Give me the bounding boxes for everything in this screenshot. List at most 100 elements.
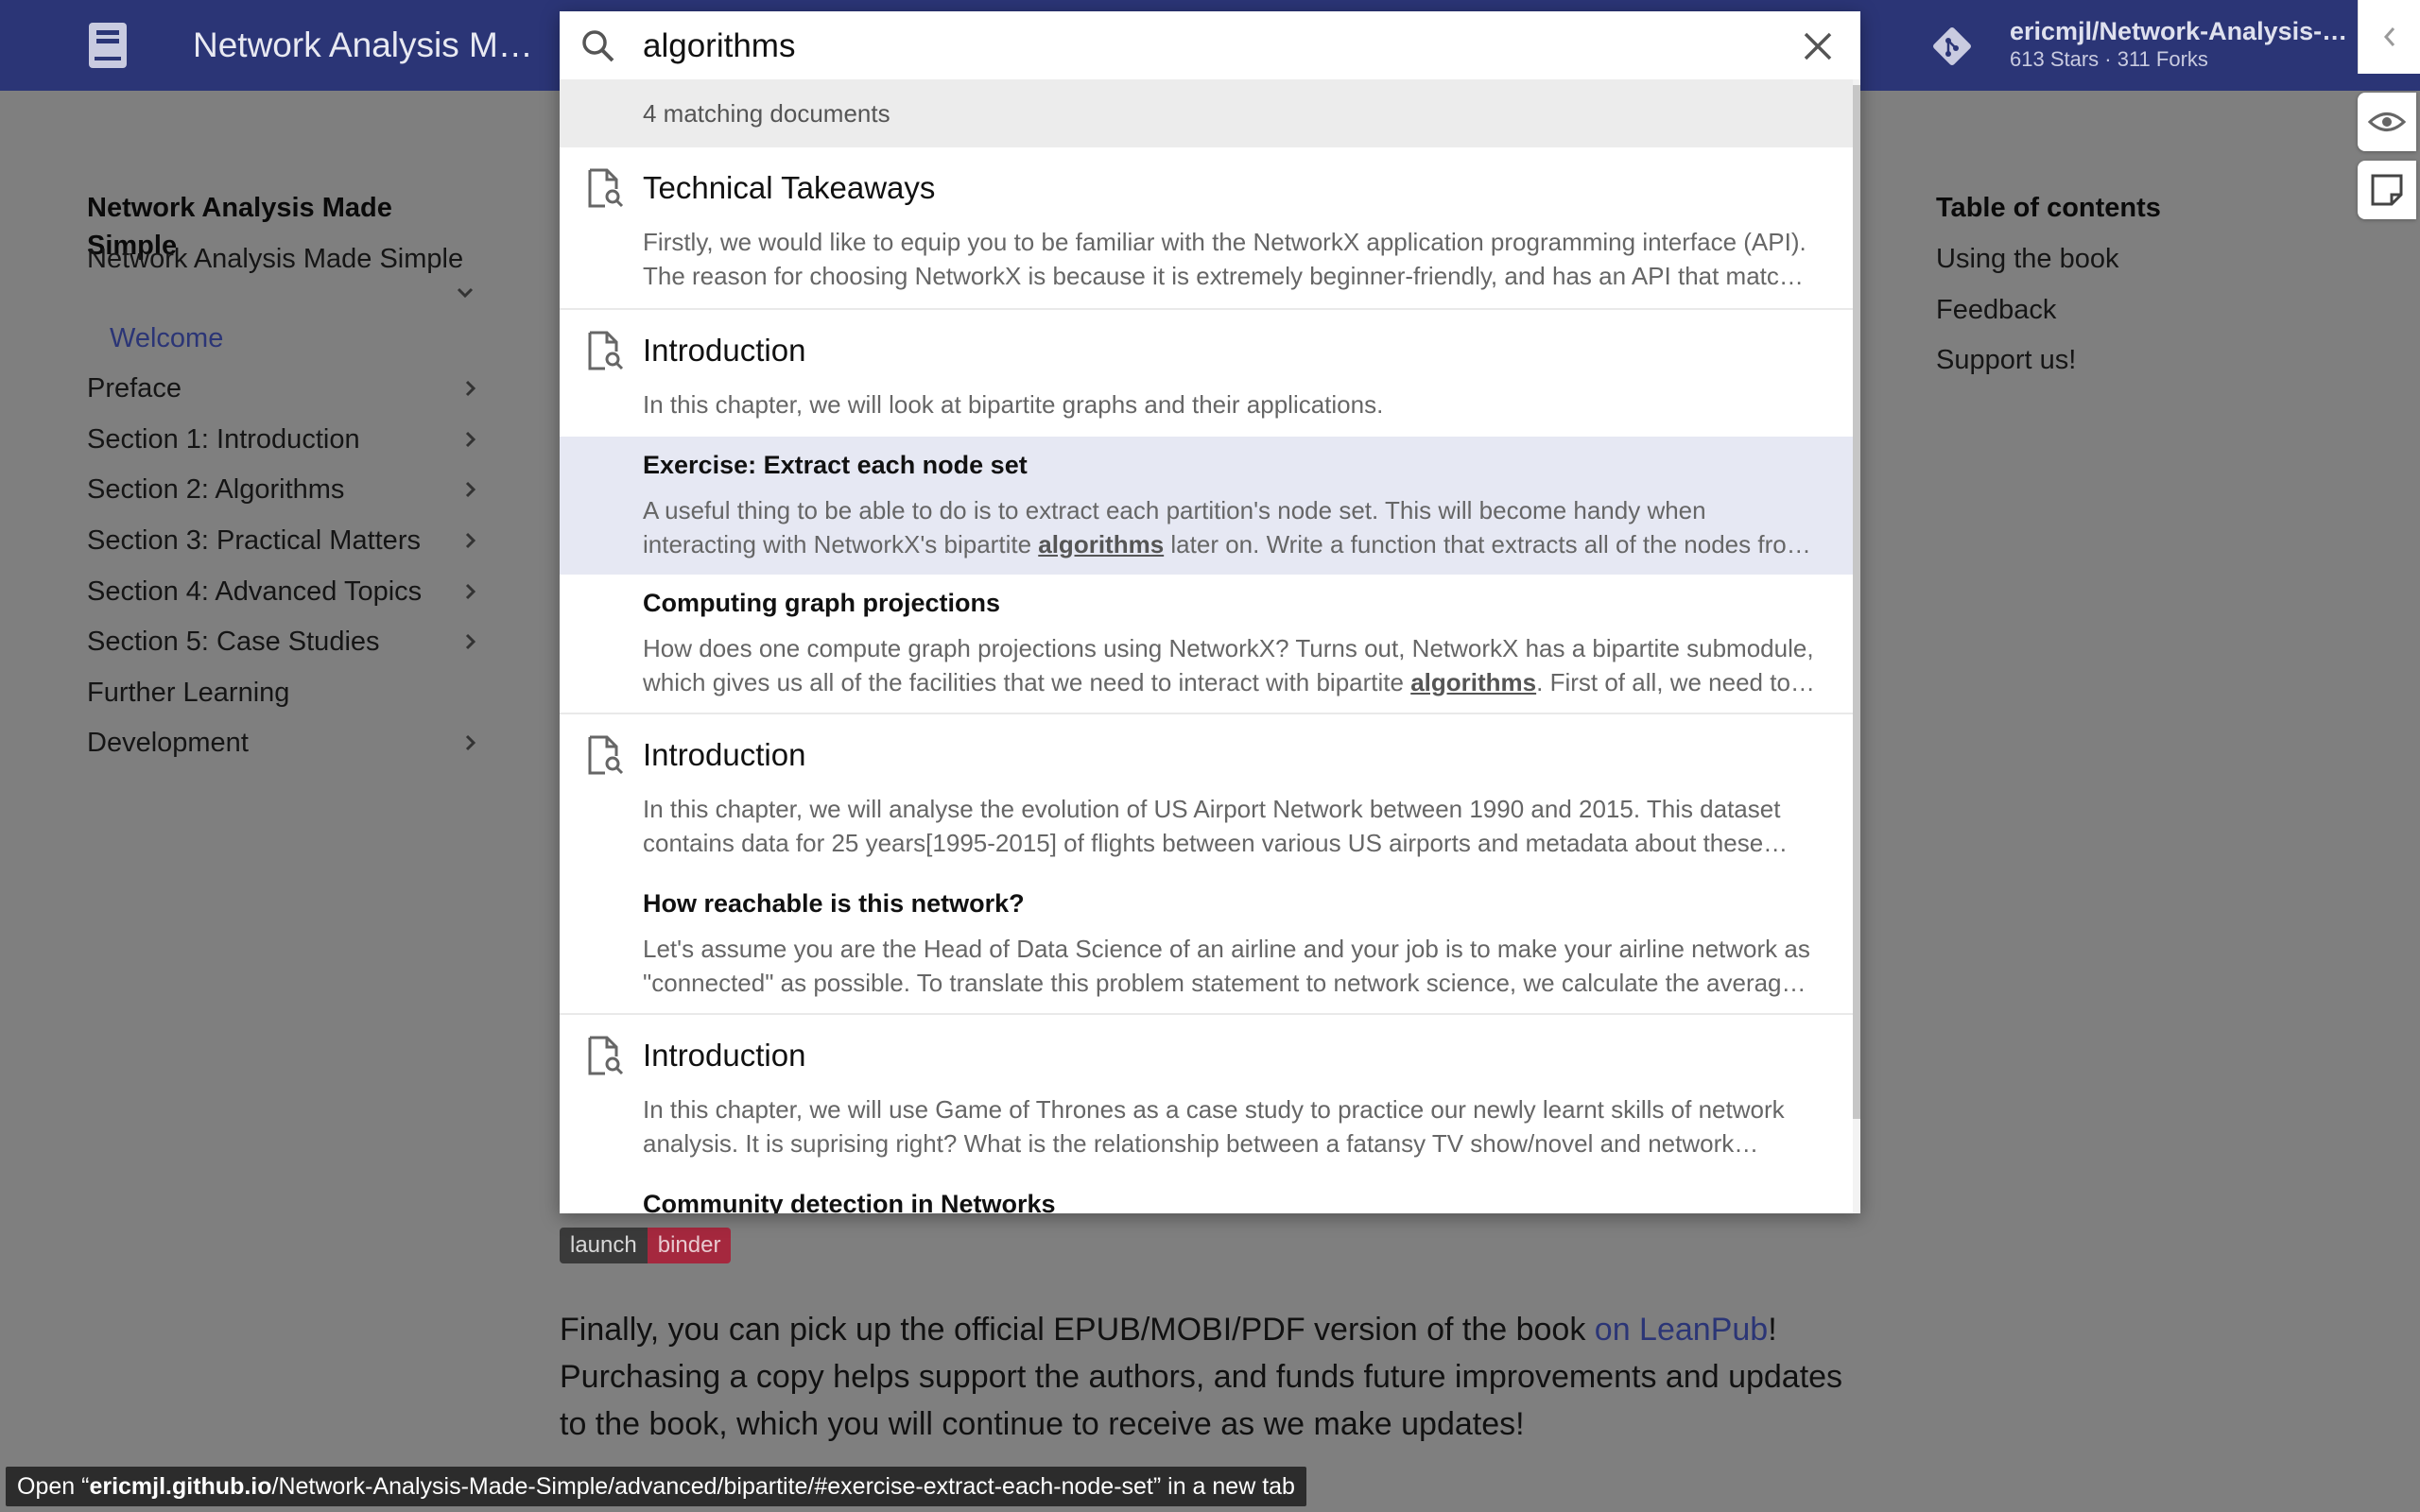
chevron-right-icon: [465, 583, 476, 599]
toc-title: Table of contents: [1936, 193, 2161, 223]
nav-label: Section 4: Advanced Topics: [87, 576, 423, 607]
repo-name: ericmjl/Network-Analysis-…: [2010, 17, 2348, 45]
eye-button[interactable]: [2358, 93, 2416, 151]
nav-title: Network Analysis Made Simple: [87, 193, 392, 261]
result-section-link-community-detection[interactable]: Community detection in Networks: [560, 1176, 1853, 1213]
left-navigation: Network Analysis Made Simple Network Ana…: [87, 189, 484, 775]
snippet-line: In this chapter, we will use Game of Thr…: [643, 1095, 1785, 1124]
note-button[interactable]: [2358, 161, 2416, 219]
nav-label: Development: [87, 728, 249, 759]
result-snippet: How does one compute graph projections u…: [643, 631, 1815, 699]
result-title: Introduction: [643, 333, 806, 368]
chevron-right-icon: [465, 482, 476, 498]
toc-item-feedback[interactable]: Feedback: [1936, 291, 2161, 342]
search-bar: [560, 11, 1860, 79]
link-status-bar: Open “ericmjl.github.io/Network-Analysis…: [6, 1467, 1306, 1506]
snippet-line: Firstly, we would like to equip you to b…: [643, 228, 1806, 256]
snippet-line: interacting with NetworkX's bipartite al…: [643, 527, 1815, 561]
search-input[interactable]: [643, 21, 1758, 72]
site-title[interactable]: Network Analysis M…: [193, 21, 533, 70]
launch-binder-badge[interactable]: launch binder: [560, 1228, 732, 1263]
document-search-icon: [588, 168, 624, 208]
result-section-title: Community detection in Networks: [643, 1190, 1056, 1213]
chevron-right-icon: [465, 634, 476, 650]
status-domain: ericmjl.github.io: [89, 1473, 272, 1500]
snippet-line: contains data for 25 years[1995-2015] of…: [643, 829, 1789, 857]
search-result: Introduction In this chapter, we will an…: [560, 714, 1853, 1015]
leanpub-link[interactable]: on LeanPub: [1595, 1312, 1768, 1348]
snippet-line: The reason for choosing NetworkX is beca…: [643, 262, 1815, 290]
document-search-icon: [588, 1036, 624, 1075]
nav-item-section-3[interactable]: Section 3: Practical Matters: [87, 522, 484, 573]
search-result: Introduction In this chapter, we will lo…: [560, 310, 1853, 714]
result-title: Introduction: [643, 1038, 806, 1073]
result-snippet: A useful thing to be able to do is to ex…: [643, 493, 1815, 561]
snippet-line: In this chapter, we will analyse the evo…: [643, 795, 1781, 823]
document-search-icon: [588, 735, 624, 775]
nav-item-section-5[interactable]: Section 5: Case Studies: [87, 623, 484, 674]
result-snippet: Let's assume you are the Head of Data Sc…: [643, 932, 1815, 1000]
snippet-line: In this chapter, we will look at biparti…: [643, 390, 1384, 419]
repo-facts: 613 Stars · 311 Forks: [2010, 47, 2208, 71]
nav-item-home[interactable]: Network Analysis Made Simple: [87, 240, 484, 291]
snippet-line: which gives us all of the facilities tha…: [643, 665, 1815, 699]
result-section-link-reachable[interactable]: How reachable is this network? Let's ass…: [560, 875, 1853, 1013]
snippet-line: How does one compute graph projections u…: [643, 634, 1814, 662]
search-dialog: 4 matching documents Technical Takeaways…: [560, 11, 1860, 1213]
result-snippet: In this chapter, we will analyse the evo…: [643, 792, 1815, 860]
chevron-right-icon: [465, 735, 476, 751]
toc-item-using-the-book[interactable]: Using the book: [1936, 240, 2161, 291]
snippet-text: later on. Write a function that extracts…: [1164, 530, 1811, 558]
collapse-panel-button[interactable]: [2358, 0, 2420, 74]
search-term-highlight: algorithms: [1038, 530, 1165, 558]
nav-item-section-4[interactable]: Section 4: Advanced Topics: [87, 573, 484, 624]
search-term-highlight: algorithms: [1410, 668, 1537, 696]
status-text: Open “: [17, 1473, 90, 1500]
result-snippet: Firstly, we would like to equip you to b…: [643, 225, 1815, 293]
nav-item-section-2[interactable]: Section 2: Algorithms: [87, 471, 484, 522]
nav-item-section-1[interactable]: Section 1: Introduction: [87, 421, 484, 472]
result-document-link[interactable]: Introduction In this chapter, we will lo…: [560, 310, 1853, 437]
search-result: Technical Takeaways Firstly, we would li…: [560, 147, 1853, 310]
nav-label: Section 3: Practical Matters: [87, 524, 421, 556]
result-section-link-extract-node-set[interactable]: Exercise: Extract each node set A useful…: [560, 437, 1853, 575]
eye-icon: [2367, 112, 2407, 131]
search-icon: [582, 30, 614, 62]
results-scrollbar-thumb[interactable]: [1853, 85, 1860, 1119]
result-snippet: In this chapter, we will use Game of Thr…: [643, 1092, 1815, 1160]
nav-label: Preface: [87, 373, 182, 404]
nav-label: Section 1: Introduction: [87, 423, 360, 455]
snippet-text: . First of all, we need to…: [1536, 668, 1815, 696]
nav-label: Section 5: Case Studies: [87, 627, 380, 658]
snippet-line: "connected" as possible. To translate th…: [643, 969, 1815, 997]
nav-item-development[interactable]: Development: [87, 724, 484, 775]
toc-item-support-us[interactable]: Support us!: [1936, 341, 2161, 392]
snippet-line: A useful thing to be able to do is to ex…: [643, 496, 1706, 524]
git-icon: [1928, 23, 1976, 70]
nav-item-welcome[interactable]: Welcome: [87, 319, 484, 370]
chevron-right-icon: [465, 431, 476, 447]
note-icon: [2371, 174, 2403, 206]
result-snippet: In this chapter, we will look at biparti…: [643, 387, 1815, 421]
chevron-right-icon: [465, 532, 476, 549]
para-text: Finally, you can pick up the official EP…: [560, 1312, 1595, 1348]
book-logo-icon[interactable]: [85, 21, 132, 70]
status-text: ” in a new tab: [1152, 1473, 1295, 1500]
status-path: /Network-Analysis-Made-Simple/advanced/b…: [271, 1473, 1153, 1500]
result-document-link[interactable]: Introduction In this chapter, we will us…: [560, 1015, 1853, 1176]
chevron-down-icon[interactable]: [452, 280, 478, 306]
leanpub-paragraph: Finally, you can pick up the official EP…: [560, 1306, 1864, 1448]
nav-item-further-learning[interactable]: Further Learning: [87, 674, 484, 725]
close-icon[interactable]: [1798, 26, 1838, 66]
result-section-title: How reachable is this network?: [643, 889, 1025, 918]
chevron-right-icon: [465, 381, 476, 397]
result-title: Technical Takeaways: [643, 170, 936, 205]
result-document-link[interactable]: Introduction In this chapter, we will an…: [560, 714, 1853, 875]
binder-badge-right: binder: [647, 1228, 732, 1263]
result-document-link[interactable]: Technical Takeaways Firstly, we would li…: [560, 147, 1853, 308]
nav-item-preface[interactable]: Preface: [87, 369, 484, 421]
result-section-link-graph-projections[interactable]: Computing graph projections How does one…: [560, 575, 1853, 713]
result-section-title: Exercise: Extract each node set: [643, 451, 1028, 479]
snippet-line: Let's assume you are the Head of Data Sc…: [643, 935, 1810, 963]
